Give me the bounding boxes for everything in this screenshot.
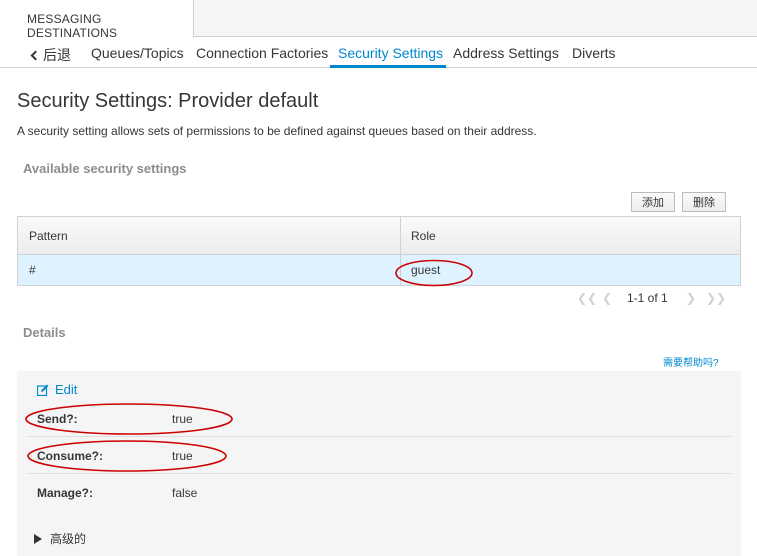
back-link[interactable]: 后退 bbox=[30, 45, 71, 65]
chevron-left-icon bbox=[30, 50, 41, 61]
remove-button[interactable]: 删除 bbox=[682, 192, 726, 212]
nav-address-settings[interactable]: Address Settings bbox=[453, 45, 559, 61]
cell-pattern: # bbox=[29, 263, 36, 277]
table-header: Pattern Role bbox=[18, 217, 740, 255]
edit-link[interactable]: Edit bbox=[37, 382, 77, 397]
column-header-role[interactable]: Role bbox=[411, 229, 436, 243]
edit-icon bbox=[37, 384, 49, 396]
manage-label: Manage?: bbox=[37, 486, 94, 500]
sub-navigation: 后退 Queues/Topics Connection Factories Se… bbox=[0, 38, 757, 68]
consume-label: Consume?: bbox=[37, 449, 103, 463]
send-label: Send?: bbox=[37, 412, 78, 426]
manage-value: false bbox=[172, 486, 198, 500]
send-value: true bbox=[172, 412, 193, 426]
details-panel: Edit Send?: true Consume?: true Manage?:… bbox=[17, 371, 741, 556]
page-title: Security Settings: Provider default bbox=[17, 90, 319, 112]
help-link[interactable]: 需要帮助吗? bbox=[663, 354, 719, 369]
last-page-icon[interactable]: ❯❯ bbox=[706, 291, 726, 305]
caret-right-icon bbox=[34, 533, 42, 544]
edit-label: Edit bbox=[55, 382, 78, 397]
security-settings-table: Pattern Role # guest bbox=[17, 216, 741, 286]
nav-connection-factories[interactable]: Connection Factories bbox=[196, 45, 328, 61]
details-divider bbox=[27, 436, 731, 437]
add-button[interactable]: 添加 bbox=[631, 192, 675, 212]
column-divider bbox=[400, 217, 401, 285]
first-page-icon[interactable]: ❮❮ bbox=[577, 291, 597, 305]
available-settings-heading: Available security settings bbox=[23, 161, 187, 176]
next-page-icon[interactable]: ❯ bbox=[686, 291, 696, 305]
pager-text: 1-1 of 1 bbox=[627, 291, 668, 305]
advanced-label: 高级的 bbox=[50, 532, 87, 546]
table-row[interactable]: # guest bbox=[18, 255, 740, 285]
page-description: A security setting allows sets of permis… bbox=[17, 124, 537, 138]
previous-page-icon[interactable]: ❮ bbox=[602, 291, 612, 305]
cell-role: guest bbox=[411, 263, 441, 277]
back-label: 后退 bbox=[43, 47, 71, 63]
consume-value: true bbox=[172, 449, 193, 463]
nav-diverts[interactable]: Diverts bbox=[572, 45, 616, 61]
nav-queues-topics[interactable]: Queues/Topics bbox=[91, 45, 184, 61]
details-divider bbox=[27, 473, 731, 474]
column-header-pattern[interactable]: Pattern bbox=[29, 229, 68, 243]
advanced-toggle[interactable]: 高级的 bbox=[34, 530, 86, 547]
details-heading: Details bbox=[23, 325, 66, 340]
nav-security-settings[interactable]: Security Settings bbox=[338, 45, 443, 61]
tab-messaging-destinations[interactable]: MESSAGING DESTINATIONS bbox=[0, 0, 194, 40]
active-tab-indicator bbox=[330, 65, 446, 68]
